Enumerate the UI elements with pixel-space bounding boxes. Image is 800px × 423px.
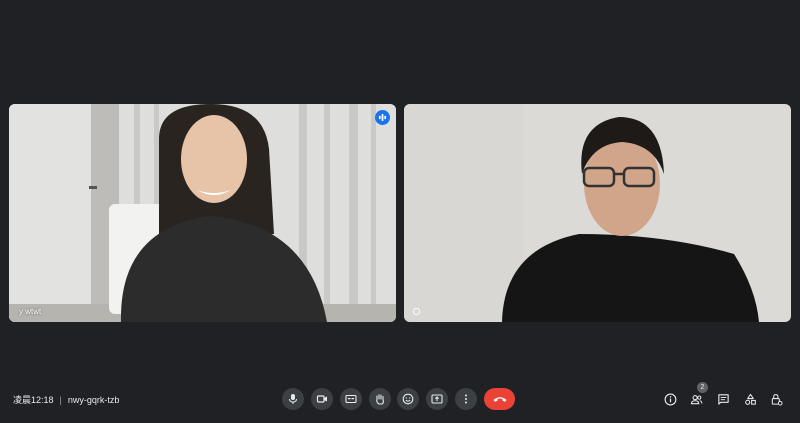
participant-video — [404, 104, 791, 322]
captions-button[interactable] — [340, 388, 362, 410]
divider: | — [59, 394, 62, 405]
captions-icon — [345, 394, 357, 404]
end-call-icon — [493, 397, 506, 402]
participant-video — [9, 104, 396, 322]
raise-hand-icon — [376, 394, 384, 405]
participant-tile[interactable] — [404, 104, 791, 322]
camera-button[interactable] — [311, 388, 333, 410]
emoji-button[interactable] — [397, 388, 419, 410]
emoji-icon — [402, 393, 414, 405]
present-icon — [431, 394, 443, 404]
meeting-code: nwy-gqrk-tzb — [67, 394, 120, 405]
raise-hand-button[interactable] — [369, 388, 391, 410]
meeting-details: 凌晨12:18 | nwy-gqrk-tzb — [13, 393, 119, 406]
participant-tile-speaking[interactable]: y wtwt — [9, 104, 396, 322]
present-button[interactable] — [426, 388, 448, 410]
camera-icon — [316, 395, 327, 403]
camera-status-icon — [412, 307, 421, 316]
more-options-button[interactable] — [455, 388, 477, 410]
host-controls-button[interactable] — [768, 391, 784, 407]
meeting-time: 凌晨12:18 — [13, 395, 54, 405]
microphone-icon — [289, 394, 297, 404]
participant-name: y wtwt — [19, 307, 42, 316]
meeting-info-button[interactable] — [662, 391, 678, 407]
more-options-icon — [465, 394, 467, 404]
host-controls-icon — [771, 393, 783, 406]
speaking-indicator-icon — [375, 110, 390, 125]
microphone-button[interactable] — [282, 388, 304, 410]
end-call-button[interactable] — [484, 388, 515, 410]
activities-icon — [744, 393, 756, 405]
chat-icon — [717, 393, 729, 405]
chat-button[interactable] — [715, 391, 731, 407]
people-icon — [690, 394, 702, 404]
activities-button[interactable] — [742, 391, 758, 407]
info-icon — [664, 393, 676, 405]
people-button[interactable] — [688, 391, 704, 407]
